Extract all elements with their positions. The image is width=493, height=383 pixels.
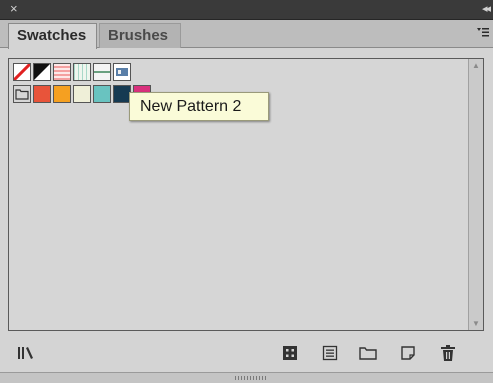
new-color-group-icon[interactable] [356, 342, 380, 364]
vertical-scrollbar[interactable]: ▲ ▼ [468, 59, 483, 330]
swatch-options-icon[interactable] [318, 342, 342, 364]
registration-swatch[interactable] [33, 63, 51, 81]
none-swatch[interactable] [13, 63, 31, 81]
swatch-tooltip: New Pattern 2 [129, 92, 269, 121]
close-icon[interactable]: × [10, 2, 18, 16]
swatch-orange[interactable] [53, 85, 71, 103]
swatches-panel: Swatches Brushes ▲ ▼ New Pattern 2 [0, 20, 493, 383]
swatch-cream[interactable] [73, 85, 91, 103]
swatch-teal[interactable] [93, 85, 111, 103]
panel-menu-icon[interactable] [477, 26, 489, 40]
swatch-libraries-icon[interactable] [14, 342, 38, 364]
show-kinds-icon[interactable] [278, 342, 302, 364]
collapse-panel-icon[interactable]: ◂◂ [482, 2, 491, 16]
tab-swatches[interactable]: Swatches [8, 23, 97, 49]
pattern-swatch-1[interactable] [53, 63, 71, 81]
panel-resize-grip[interactable] [0, 372, 493, 383]
scroll-down-icon[interactable]: ▼ [472, 319, 480, 328]
grip-icon [235, 376, 267, 380]
color-group-folder-icon[interactable] [13, 85, 31, 103]
new-swatch-icon[interactable] [396, 342, 420, 364]
pattern-swatch-2[interactable] [73, 63, 91, 81]
panel-title-bar: × ◂◂ [0, 0, 493, 20]
delete-swatch-icon[interactable] [436, 342, 460, 364]
scroll-up-icon[interactable]: ▲ [472, 61, 480, 70]
swatch-red[interactable] [33, 85, 51, 103]
panel-footer [0, 336, 493, 372]
pattern-swatch-4[interactable] [113, 63, 131, 81]
pattern-swatch-3[interactable] [93, 63, 111, 81]
tab-brushes[interactable]: Brushes [99, 23, 181, 48]
tab-strip: Swatches Brushes [0, 20, 493, 49]
